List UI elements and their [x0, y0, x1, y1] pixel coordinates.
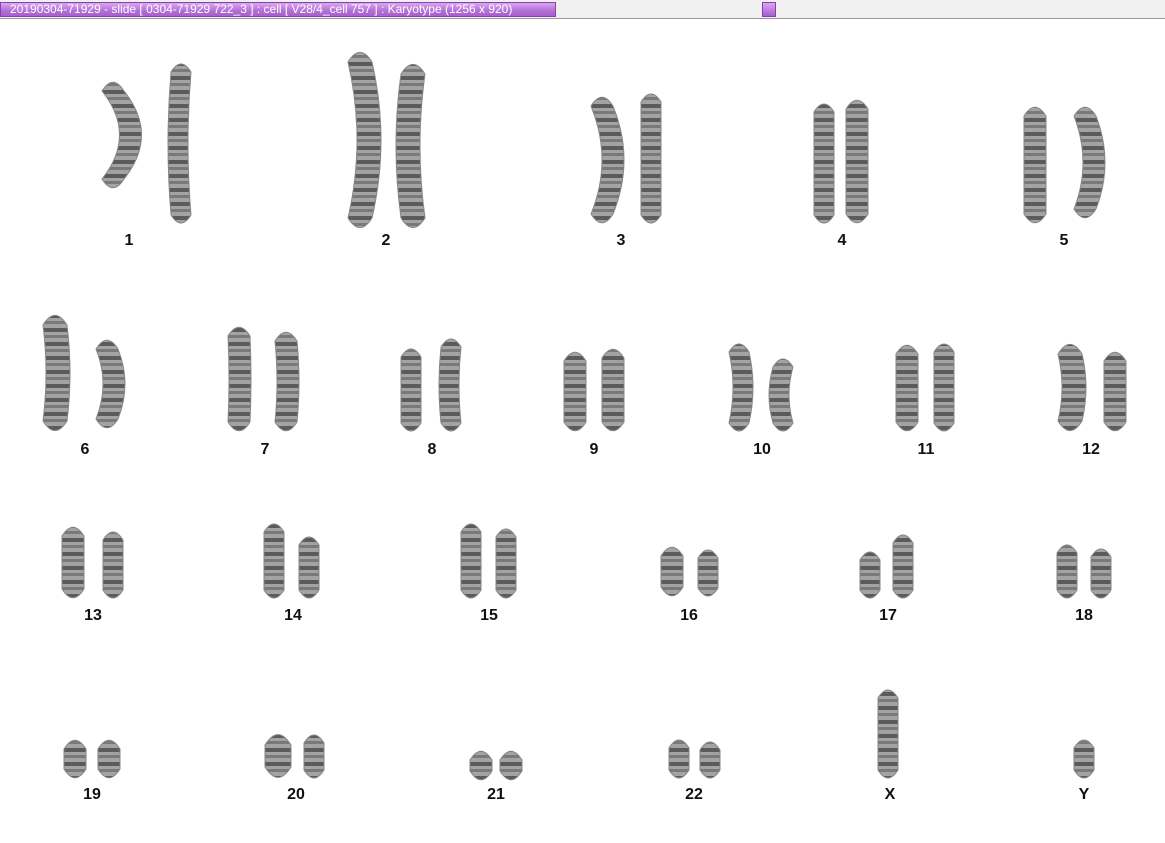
chromosome-5b: [1073, 106, 1106, 219]
chromosome-8a: [400, 348, 422, 432]
chromosome-2a: [347, 51, 382, 229]
chromosome-20a: [264, 734, 292, 778]
chromosome-label-16: 16: [680, 607, 698, 624]
chromosome-label-22: 22: [685, 786, 703, 803]
chromosome-Ya: [1073, 739, 1095, 779]
chromosome-17b: [892, 534, 914, 599]
chromosome-label-19: 19: [83, 786, 101, 803]
chromosome-13a: [61, 526, 85, 599]
chromosome-11b: [933, 343, 955, 432]
chromosome-15b: [495, 528, 517, 599]
chromosome-label-18: 18: [1075, 607, 1093, 624]
chromosome-label-3: 3: [616, 232, 626, 249]
chromosome-7b: [274, 331, 300, 432]
chromosome-label-9: 9: [589, 441, 599, 458]
chromosome-3b: [640, 93, 662, 224]
chromosome-1b: [167, 63, 192, 224]
chromosome-label-5: 5: [1059, 232, 1069, 249]
title-bar: 20190304-71929 - slide [ 0304-71929 722_…: [0, 0, 1165, 19]
chromosome-1a: [101, 81, 142, 189]
chromosome-6a: [42, 314, 71, 432]
chromosome-22b: [699, 741, 721, 779]
chromosome-label-11: 11: [917, 441, 935, 458]
chromosome-label-7: 7: [260, 441, 270, 458]
chromosome-19a: [63, 739, 87, 779]
chromosome-2b: [395, 63, 426, 229]
chromosome-5a: [1023, 106, 1047, 224]
chromosome-label-y: Y: [1078, 786, 1090, 803]
chromosome-15a: [460, 523, 482, 599]
chromosome-7a: [227, 326, 252, 432]
chromosome-Xa: [877, 689, 899, 779]
chromosome-10b: [768, 358, 794, 432]
chromosome-21a: [469, 750, 493, 781]
chromosome-17a: [859, 551, 881, 599]
chromosome-label-10: 10: [753, 441, 771, 458]
chromosome-18b: [1090, 548, 1112, 599]
chromosome-3a: [590, 96, 625, 224]
chromosome-label-4: 4: [837, 232, 847, 249]
chromosome-label-15: 15: [480, 607, 498, 624]
chromosome-12a: [1057, 343, 1087, 432]
chromosome-16a: [660, 546, 684, 597]
chromosome-label-13: 13: [84, 607, 102, 624]
karyotype-image: [42, 51, 1127, 781]
chromosome-19b: [97, 739, 121, 779]
chromosome-label-12: 12: [1082, 441, 1100, 458]
chromosome-14b: [298, 536, 320, 599]
chromosome-21b: [499, 750, 523, 781]
chromosome-6b: [95, 339, 126, 429]
chromosome-11a: [895, 344, 919, 432]
chromosome-4a: [813, 103, 835, 224]
karyotype-canvas: 1 2 3 4 5 6 7 8 9 10 11 12 13 14 15 16 1…: [0, 20, 1165, 843]
chromosome-label-8: 8: [427, 441, 437, 458]
chromosome-16b: [697, 549, 719, 597]
chromosome-14a: [263, 523, 285, 599]
chromosome-10a: [728, 343, 754, 432]
chromosome-label-1: 1: [124, 232, 134, 249]
chromosome-20b: [303, 734, 325, 779]
window-title[interactable]: 20190304-71929 - slide [ 0304-71929 722_…: [0, 2, 556, 17]
chromosome-label-17: 17: [879, 607, 897, 624]
chromosome-9a: [563, 351, 587, 432]
chromosome-label-21: 21: [487, 786, 505, 803]
chromosome-label-2: 2: [381, 232, 391, 249]
chromosome-13b: [102, 531, 124, 599]
chromosome-label-14: 14: [284, 607, 302, 624]
chromosome-18a: [1056, 544, 1078, 599]
chromosome-8b: [438, 338, 462, 432]
chromosome-label-6: 6: [80, 441, 90, 458]
chromosome-22a: [668, 739, 690, 779]
chromosome-label-x: X: [884, 786, 896, 803]
chromosome-9b: [601, 348, 625, 432]
chromosome-label-20: 20: [287, 786, 305, 803]
chromosome-4b: [845, 99, 869, 224]
scroll-handle[interactable]: [762, 2, 776, 17]
chromosome-12b: [1103, 351, 1127, 432]
